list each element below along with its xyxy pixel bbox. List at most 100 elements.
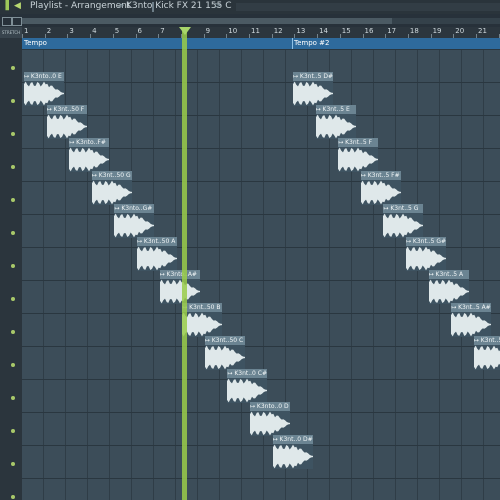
pattern-picker-icon[interactable]: ◀	[14, 1, 21, 11]
tempo-automation-lane[interactable]: Tempo Tempo #2	[22, 38, 500, 49]
waveform-shape	[46, 114, 87, 139]
track-mute-led[interactable]	[11, 363, 15, 367]
waveform-shape	[383, 213, 424, 238]
clip-title[interactable]: ↦ K3nto..A#	[159, 270, 200, 279]
clip-title[interactable]: ↦ K3nt..50 B	[182, 303, 223, 312]
tempo-clip-label[interactable]: Tempo	[24, 39, 47, 47]
track-mute-led[interactable]	[11, 198, 15, 202]
track-row-divider	[22, 49, 500, 50]
audio-clip[interactable]: ↦ K3nt..50 A	[137, 237, 177, 271]
audio-clip[interactable]: ↦ K3nt..5 G	[383, 204, 424, 238]
clip-waveform	[293, 81, 333, 106]
clip-title[interactable]: ↦ K3nt..5 F	[338, 138, 379, 147]
audio-clip[interactable]: ↦ K3nto..0 E	[24, 72, 64, 106]
ruler-bar-number: 3	[69, 27, 74, 35]
track-mute-led[interactable]	[11, 165, 15, 169]
audio-clip[interactable]: ↦ K3nt..5 A#	[451, 303, 492, 337]
clip-waveform	[428, 279, 469, 304]
clip-title[interactable]: ↦ K3nt..5 B	[473, 336, 500, 345]
stretch-toggle[interactable]: STRETCH	[0, 27, 22, 38]
audio-clip[interactable]: ↦ K3nt..50 G	[91, 171, 132, 205]
track-mute-led[interactable]	[11, 429, 15, 433]
waveform-shape	[137, 246, 177, 271]
ruler-bar-number: 17	[387, 27, 397, 35]
track-mute-led[interactable]	[11, 396, 15, 400]
horizontal-scrollbar[interactable]	[22, 18, 500, 24]
clip-waveform	[272, 444, 313, 469]
audio-clip[interactable]: ↦ K3nt..0 C#	[227, 369, 268, 403]
ruler-bar-number: 18	[409, 27, 419, 35]
track-mute-led[interactable]	[11, 264, 15, 268]
clip-title[interactable]: ↦ K3nt..5 A#	[451, 303, 492, 312]
track-mute-led[interactable]	[11, 231, 15, 235]
audio-clip[interactable]: ↦ K3nt..50 B	[182, 303, 223, 337]
audio-clip[interactable]: ↦ K3nt..5 A	[428, 270, 469, 304]
clip-waveform	[315, 114, 356, 139]
clip-title[interactable]: ↦ K3nt..5 A	[428, 270, 469, 279]
clip-waveform	[338, 147, 379, 172]
window-title: Playlist - Arrangement	[30, 1, 131, 11]
track-mute-led[interactable]	[11, 66, 15, 70]
ruler-bar-number: 15	[341, 27, 351, 35]
audio-clip[interactable]: ↦ K3nt..5 F#	[360, 171, 401, 205]
track-mute-led[interactable]	[11, 495, 15, 499]
playhead-marker-icon[interactable]	[179, 27, 191, 35]
waveform-shape	[114, 213, 155, 238]
audio-clip[interactable]: ↦ K3nto..0 D	[250, 402, 290, 436]
track-mute-led[interactable]	[11, 462, 15, 466]
view-icon[interactable]	[12, 17, 22, 26]
audio-clip[interactable]: ↦ K3nto..A#	[159, 270, 200, 304]
clip-waveform	[159, 279, 200, 304]
clip-title[interactable]: ↦ K3nt..5 G	[383, 204, 424, 213]
audio-clip[interactable]: ↦ K3nt..50 C	[204, 336, 245, 370]
audio-clip[interactable]: ↦ K3nt..5 D#	[293, 72, 333, 106]
track-mute-led[interactable]	[11, 132, 15, 136]
waveform-shape	[24, 81, 64, 106]
playhead-line[interactable]	[182, 27, 187, 500]
waveform-shape	[250, 411, 290, 436]
clip-waveform	[473, 345, 500, 370]
clip-title[interactable]: ↦ K3nt..5 E	[315, 105, 356, 114]
clip-title[interactable]: ↦ K3nto..0 D	[250, 402, 290, 411]
toolbar-scroll-track[interactable]	[236, 3, 500, 11]
waveform-shape	[227, 378, 268, 403]
track-row-divider	[22, 313, 500, 314]
scrollbar-thumb[interactable]	[22, 18, 392, 24]
snap-icon[interactable]	[2, 17, 12, 26]
title-separator: >	[117, 1, 125, 11]
title-tail-arrow[interactable]: >	[214, 1, 222, 11]
audio-clip[interactable]: ↦ K3nt..0 D#	[272, 435, 313, 469]
waveform-shape	[451, 312, 492, 337]
clip-title[interactable]: ↦ K3nt..0 C#	[227, 369, 268, 378]
clip-title[interactable]: ↦ K3nt..50 F	[46, 105, 87, 114]
audio-clip[interactable]: ↦ K3nto..G#	[114, 204, 155, 238]
audio-clip[interactable]: ↦ K3nt..5 G#	[406, 237, 446, 271]
clip-title[interactable]: ↦ K3nt..50 G	[91, 171, 132, 180]
ruler-bar-number: 20	[455, 27, 465, 35]
clip-title[interactable]: ↦ K3nto..0 E	[24, 72, 64, 81]
clip-title[interactable]: ↦ K3nt..50 C	[204, 336, 245, 345]
tempo2-clip-label[interactable]: Tempo #2	[294, 39, 329, 47]
clip-waveform	[383, 213, 424, 238]
clip-title[interactable]: ↦ K3nt..50 A	[137, 237, 177, 246]
audio-clip[interactable]: ↦ K3nt..5 B	[473, 336, 500, 370]
clip-title[interactable]: ↦ K3nt..0 D#	[272, 435, 313, 444]
track-mute-led[interactable]	[11, 297, 15, 301]
audio-clip[interactable]: ↦ K3nt..5 E	[315, 105, 356, 139]
ruler-bar-number: 12	[273, 27, 283, 35]
ruler-bar-number: 13	[296, 27, 306, 35]
clip-waveform	[91, 180, 132, 205]
clip-title[interactable]: ↦ K3nt..5 F#	[360, 171, 401, 180]
clip-title[interactable]: ↦ K3nto..G#	[114, 204, 155, 213]
clip-waveform	[250, 411, 290, 436]
track-mute-led[interactable]	[11, 99, 15, 103]
audio-clip[interactable]: ↦ K3nt..5 F	[338, 138, 379, 172]
menu-icon[interactable]: ▐	[2, 1, 9, 11]
audio-clip[interactable]: ↦ K3nt..50 F	[46, 105, 87, 139]
ruler-bar-number: 1	[24, 27, 29, 35]
track-mute-led[interactable]	[11, 330, 15, 334]
clip-title[interactable]: ↦ K3nt..5 G#	[406, 237, 446, 246]
clip-title[interactable]: ↦ K3nt..5 D#	[293, 72, 333, 81]
clip-title[interactable]: ↦ K3nto..F#	[69, 138, 110, 147]
audio-clip[interactable]: ↦ K3nto..F#	[69, 138, 110, 172]
